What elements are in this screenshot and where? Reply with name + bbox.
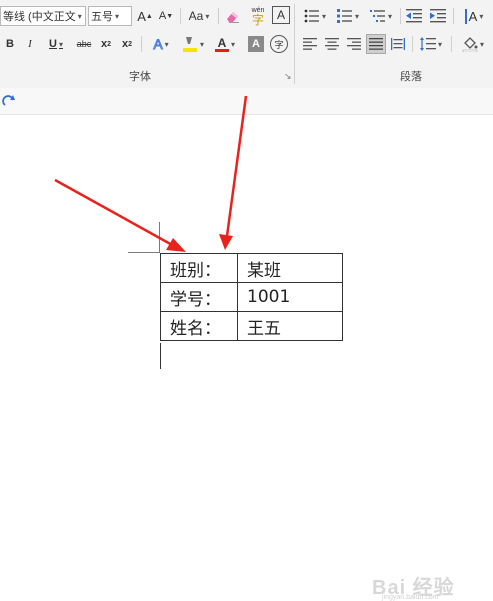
table-cell-key[interactable]: 姓名： bbox=[160, 311, 238, 341]
italic-button[interactable]: I bbox=[22, 34, 38, 54]
table-row: 学号： 1001 bbox=[160, 282, 343, 312]
justify-icon bbox=[369, 38, 383, 50]
underline-button[interactable]: U bbox=[42, 34, 70, 54]
strikethrough-button[interactable]: abc bbox=[73, 34, 95, 54]
font-size-value: 五号 bbox=[91, 11, 113, 23]
align-left-icon bbox=[303, 38, 317, 50]
phonetic-guide-button[interactable]: wén 字 bbox=[247, 4, 269, 28]
highlighter-icon bbox=[182, 37, 197, 52]
quick-access-bar bbox=[0, 88, 493, 115]
line-spacing-button[interactable] bbox=[416, 34, 446, 54]
table-row: 班别： 某班 bbox=[160, 253, 343, 283]
shrink-font-icon: A bbox=[158, 10, 167, 22]
table-row: 姓名： 王五 bbox=[160, 311, 343, 341]
enclose-characters-button[interactable]: 字 bbox=[270, 35, 288, 53]
bullets-button[interactable] bbox=[300, 6, 330, 26]
pinyin-char: 字 bbox=[251, 12, 264, 27]
redo-icon bbox=[2, 95, 15, 106]
shading-button[interactable] bbox=[456, 34, 490, 54]
watermark-url: jingyan.baidu.com bbox=[382, 594, 439, 601]
decrease-indent-icon bbox=[406, 9, 422, 23]
line-spacing-icon bbox=[419, 37, 436, 51]
bold-icon: B bbox=[6, 38, 14, 50]
align-right-icon bbox=[347, 38, 361, 50]
numbering-icon bbox=[336, 9, 352, 23]
info-table[interactable]: 班别： 某班 学号： 1001 姓名： 王五 bbox=[160, 253, 343, 341]
increase-indent-button[interactable] bbox=[428, 6, 448, 26]
redo-button[interactable] bbox=[0, 91, 18, 111]
subscript-mark: 2 bbox=[107, 40, 112, 48]
align-center-button[interactable] bbox=[322, 34, 342, 54]
italic-icon: I bbox=[28, 38, 32, 50]
character-shading-button[interactable]: A bbox=[248, 36, 264, 52]
enclose-char-icon: 字 bbox=[274, 39, 284, 50]
font-size-select[interactable]: 五号 bbox=[88, 6, 132, 26]
highlight-color-button[interactable] bbox=[178, 34, 208, 54]
table-cell-value[interactable]: 某班 bbox=[237, 253, 343, 283]
change-case-button[interactable]: Aa bbox=[184, 6, 214, 26]
subscript-button[interactable]: x2 bbox=[98, 34, 114, 54]
font-name-select[interactable]: 等线 (中文正文 bbox=[0, 6, 86, 26]
crop-mark-horizontal bbox=[128, 252, 160, 253]
character-border-button[interactable]: A bbox=[272, 6, 290, 24]
superscript-button[interactable]: x2 bbox=[119, 34, 135, 54]
font-dialog-launcher-icon[interactable]: ↘ bbox=[284, 71, 292, 82]
justify-button[interactable] bbox=[366, 34, 386, 54]
paragraph-group-label: 段落 bbox=[400, 71, 422, 83]
table-cell-key[interactable]: 班别： bbox=[160, 253, 238, 283]
superscript-mark: 2 bbox=[128, 40, 133, 48]
chinese-layout-icon: A bbox=[464, 8, 477, 24]
text-effects-button[interactable]: A bbox=[147, 34, 175, 54]
decrease-indent-button[interactable] bbox=[404, 6, 424, 26]
distributed-button[interactable] bbox=[388, 34, 408, 54]
table-cell-value[interactable]: 王五 bbox=[237, 311, 343, 341]
text-cursor bbox=[160, 343, 161, 369]
align-left-button[interactable] bbox=[300, 34, 320, 54]
numbering-button[interactable] bbox=[333, 6, 363, 26]
underline-icon: U bbox=[49, 38, 57, 50]
shrink-font-button[interactable]: A ▼ bbox=[157, 6, 175, 26]
distributed-icon bbox=[391, 38, 405, 50]
ribbon: 等线 (中文正文 五号 A▲ A▼ Aa wén 字 A B I U abc bbox=[0, 0, 493, 89]
text-effects-icon: A bbox=[153, 36, 163, 53]
bold-button[interactable]: B bbox=[2, 34, 18, 54]
clear-formatting-button[interactable] bbox=[223, 6, 243, 26]
char-border-icon: A bbox=[276, 8, 285, 22]
font-group-label: 字体 bbox=[129, 71, 151, 83]
grow-font-button[interactable]: A ▲ bbox=[136, 6, 154, 26]
document-page[interactable]: 班别： 某班 学号： 1001 姓名： 王五 Bai 经验 jingyan.ba… bbox=[0, 115, 493, 601]
multilevel-list-button[interactable] bbox=[366, 6, 396, 26]
align-right-button[interactable] bbox=[344, 34, 364, 54]
font-name-value: 等线 (中文正文 bbox=[3, 11, 76, 23]
strikethrough-icon: abc bbox=[76, 39, 92, 49]
table-cell-value[interactable]: 1001 bbox=[237, 282, 343, 312]
multilevel-list-icon bbox=[369, 10, 385, 22]
crop-mark-vertical bbox=[159, 222, 160, 252]
increase-indent-icon bbox=[430, 9, 446, 23]
paint-bucket-icon bbox=[462, 37, 478, 52]
align-center-icon bbox=[325, 38, 339, 50]
font-color-button[interactable]: A bbox=[210, 34, 240, 54]
eraser-icon bbox=[227, 12, 239, 23]
table-cell-key[interactable]: 学号： bbox=[160, 282, 238, 312]
change-case-icon: Aa bbox=[188, 9, 204, 23]
font-color-icon: A bbox=[217, 35, 227, 50]
font-color-swatch bbox=[214, 48, 229, 52]
bullets-icon bbox=[304, 9, 319, 23]
char-shading-icon: A bbox=[252, 38, 260, 50]
chinese-layout-button[interactable]: A bbox=[458, 6, 490, 26]
grow-font-icon: A bbox=[137, 8, 146, 24]
